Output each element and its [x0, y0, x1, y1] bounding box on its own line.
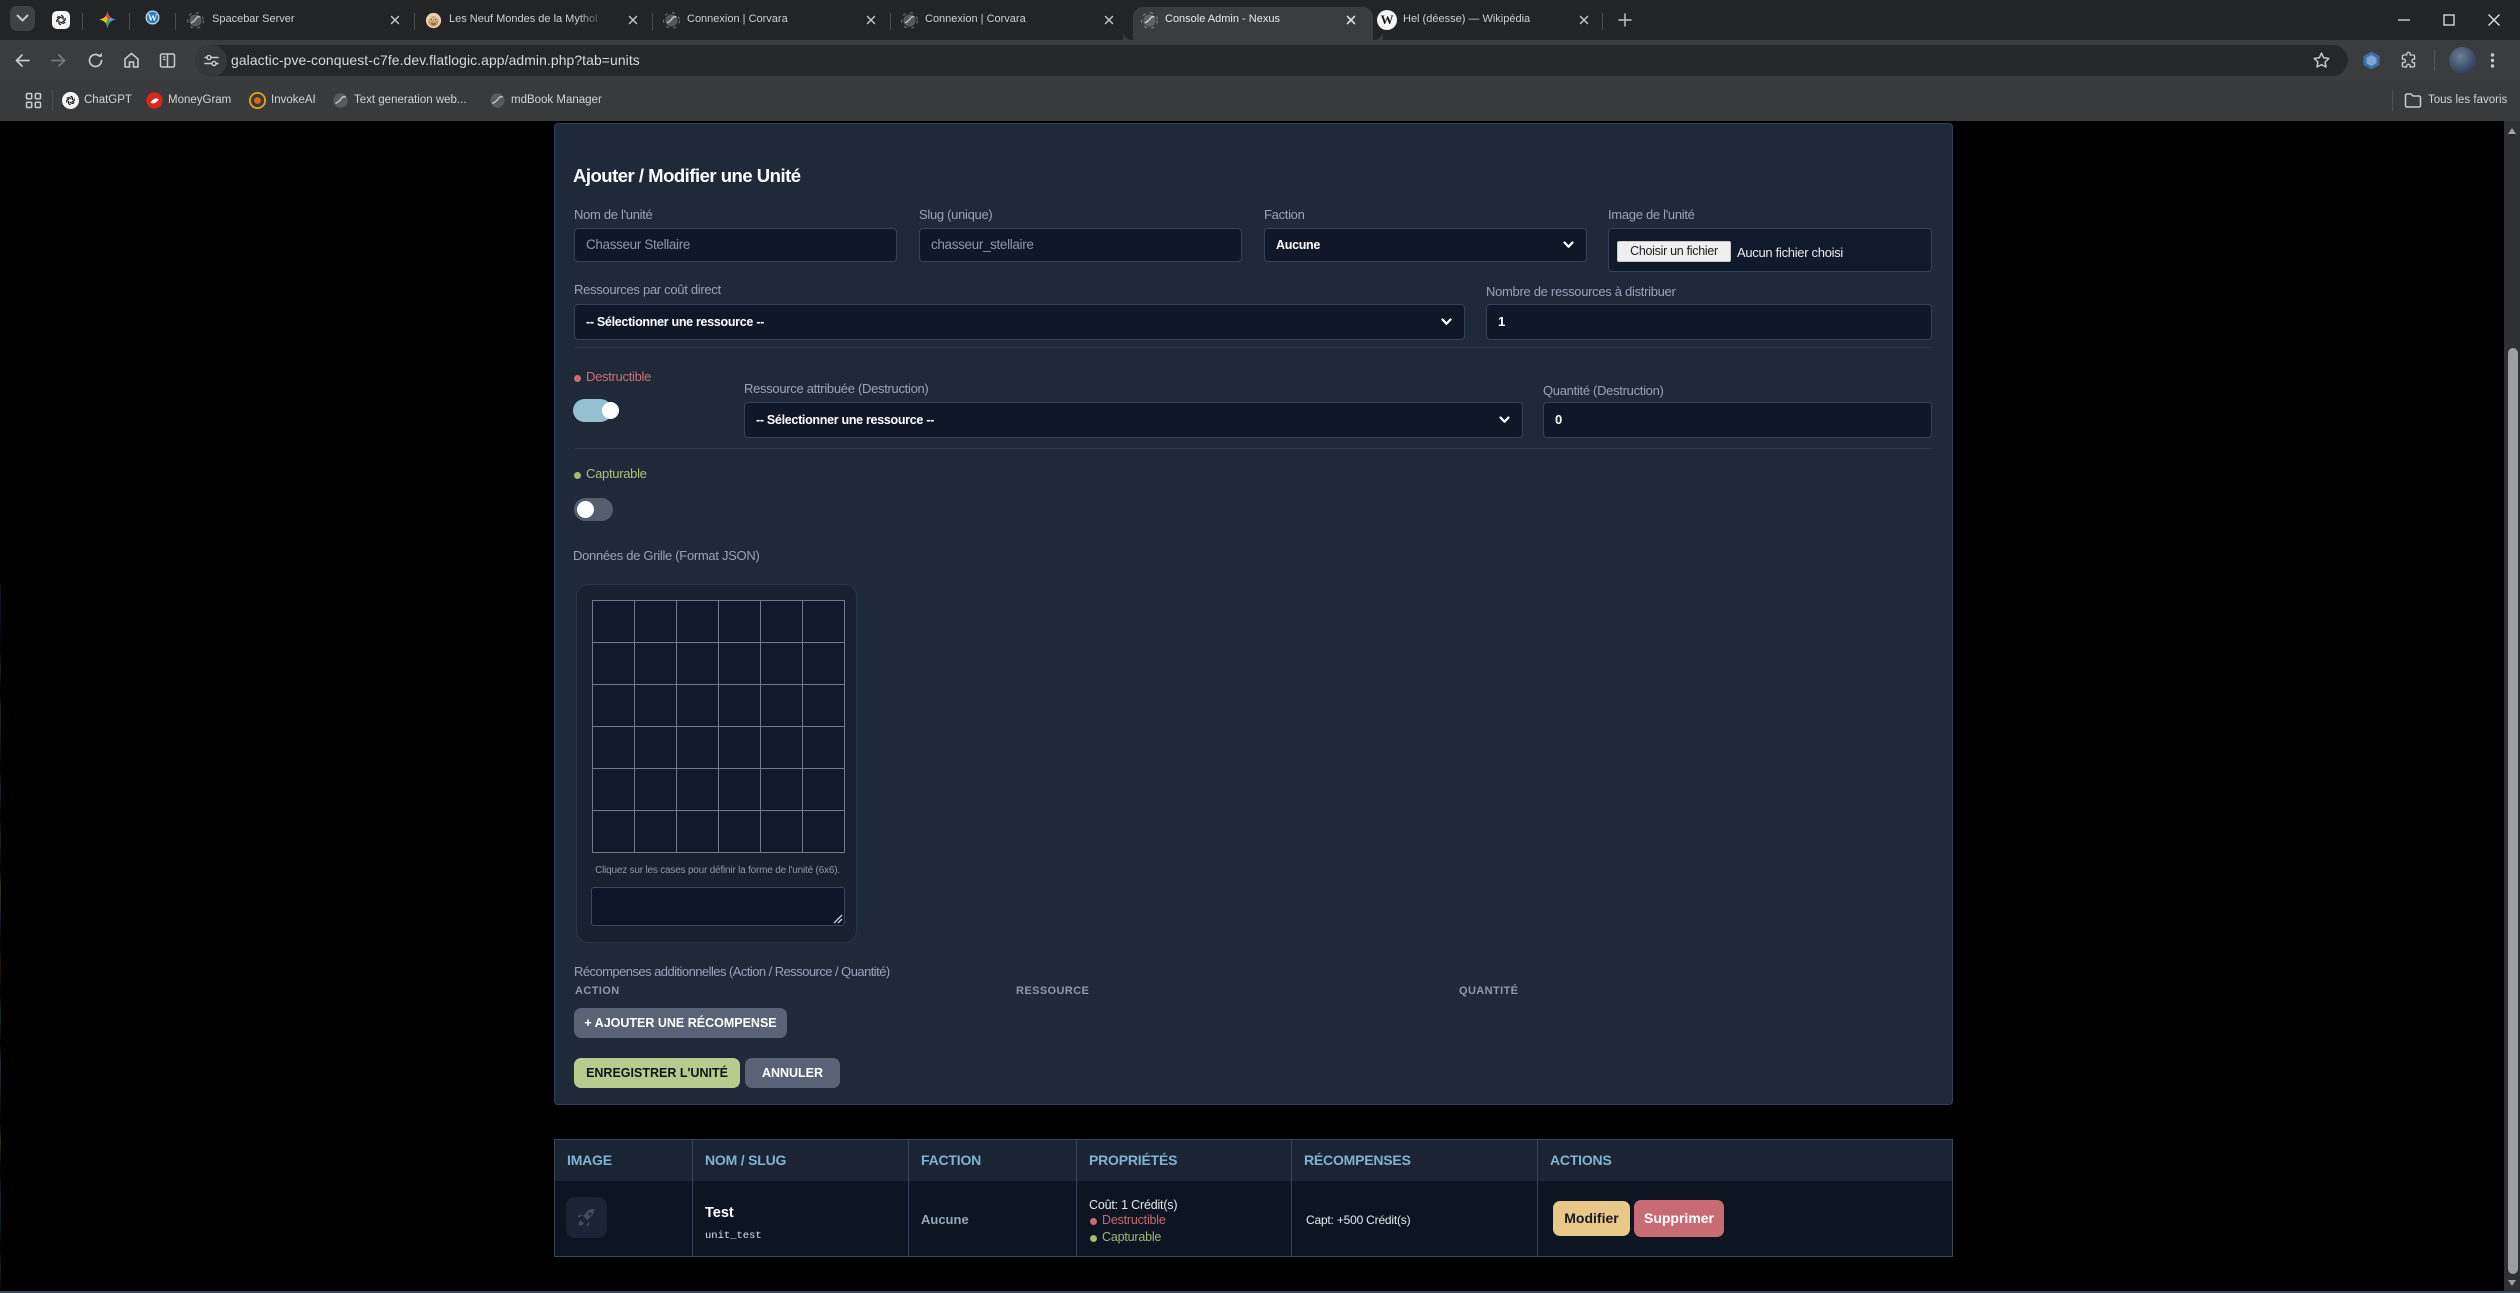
svg-text:W: W: [148, 14, 158, 24]
